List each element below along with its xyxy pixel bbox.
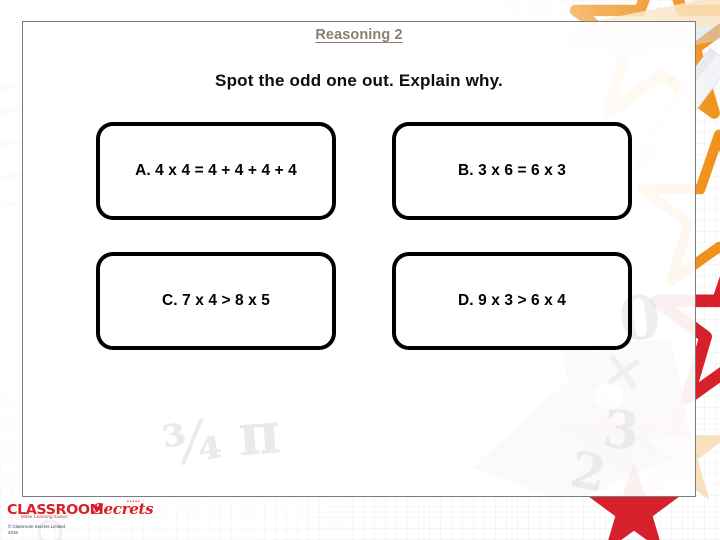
content-card: ¾ π 3 2 0 × Reasoning 2 Spot the odd one…	[22, 21, 696, 497]
slide-canvas: ¾ π 3 2 0 × Reasoning 2 Spot the odd one…	[0, 0, 720, 540]
math-glyph-two: 2	[566, 439, 611, 497]
option-label-a: A. 4 x 4 = 4 + 4 + 4 + 4	[135, 161, 297, 179]
copyright-notice: © Classroom Secrets Limited 2018	[8, 524, 65, 536]
math-glyph-fraction: ¾	[158, 405, 227, 481]
option-box-d[interactable]: D. 9 x 3 > 6 x 4	[392, 252, 632, 350]
options-row-top: A. 4 x 4 = 4 + 4 + 4 + 4 B. 3 x 6 = 6 x …	[96, 122, 632, 220]
option-box-c[interactable]: C. 7 x 4 > 8 x 5	[96, 252, 336, 350]
logo-decor-dots: •••••	[127, 499, 141, 505]
option-label-d: D. 9 x 3 > 6 x 4	[457, 291, 567, 309]
option-label-c: C. 7 x 4 > 8 x 5	[161, 291, 271, 309]
options-grid: A. 4 x 4 = 4 + 4 + 4 + 4 B. 3 x 6 = 6 x …	[96, 122, 632, 350]
classroom-secrets-logo: CLASSROOM Secrets Make Learning Easier •…	[7, 499, 167, 522]
question-prompt: Spot the odd one out. Explain why.	[215, 71, 503, 90]
logo-tagline: Make Learning Easier	[21, 514, 68, 519]
logo-secondary-text: Secrets	[93, 500, 154, 518]
math-glyph-pi: π	[235, 398, 283, 470]
options-row-bottom: C. 7 x 4 > 8 x 5 D. 9 x 3 > 6 x 4	[96, 252, 632, 350]
page-title: Reasoning 2	[315, 27, 403, 43]
option-box-a[interactable]: A. 4 x 4 = 4 + 4 + 4 + 4	[96, 122, 336, 220]
footer-branding: CLASSROOM Secrets Make Learning Easier •…	[7, 499, 207, 522]
option-label-b: B. 3 x 6 = 6 x 3	[457, 161, 567, 179]
option-box-b[interactable]: B. 3 x 6 = 6 x 3	[392, 122, 632, 220]
